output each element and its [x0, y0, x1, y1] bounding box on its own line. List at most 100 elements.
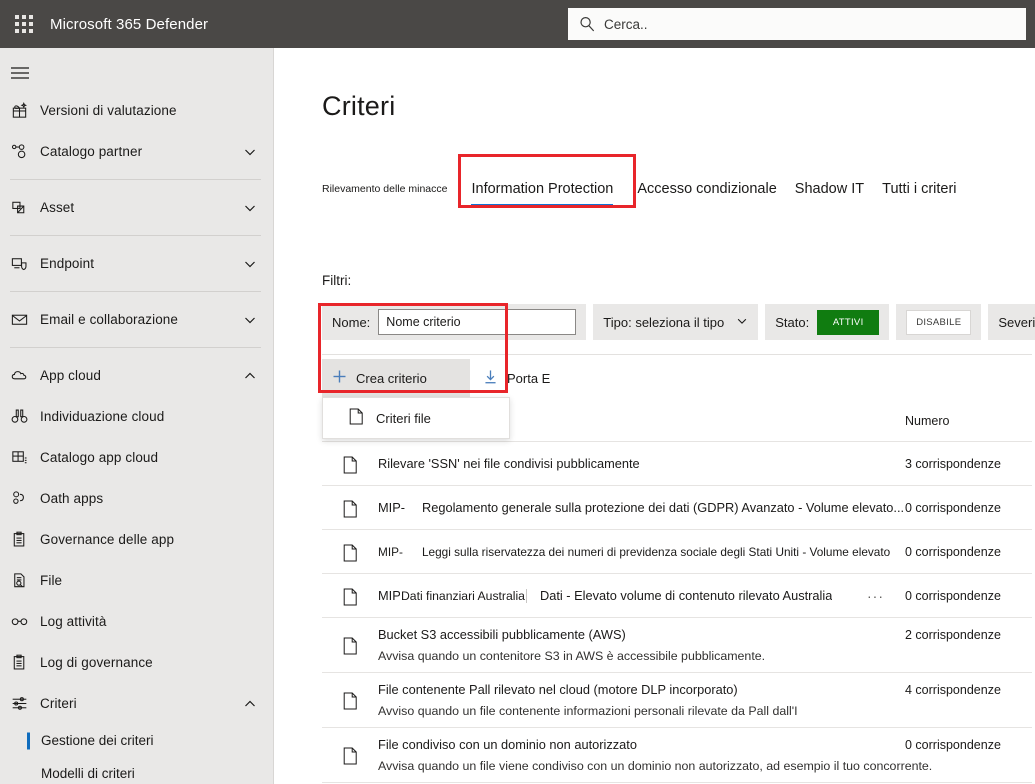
create-policy-menu-item-file-policy[interactable]: Criteri file: [322, 397, 510, 439]
filter-state-label: Stato:: [775, 315, 809, 330]
policy-description: Avviso quando un file contenente informa…: [378, 704, 1026, 718]
filter-name-label: Nome:: [332, 315, 370, 330]
endpoint-icon: [10, 254, 40, 273]
policy-tabs: Rilevamento delle minacce Information Pr…: [322, 166, 1032, 206]
policy-match-count: 0 corrispondenze: [905, 589, 1001, 603]
filter-type-label: Tipo: seleziona il tipo: [603, 315, 724, 330]
sidebar-item-partner-catalog[interactable]: Catalogo partner: [0, 131, 273, 172]
app-launcher-icon[interactable]: [0, 0, 48, 48]
policy-description: Avvisa quando un contenitore S3 in AWS è…: [378, 649, 1026, 663]
file-icon: [322, 745, 378, 765]
chevron-up-icon[interactable]: [243, 697, 257, 711]
create-policy-label: Crea criterio: [356, 371, 427, 386]
sidebar-item-endpoints[interactable]: Endpoint: [0, 243, 273, 284]
export-button[interactable]: Porta E: [483, 359, 550, 397]
policy-match-count: 3 corrispondenze: [905, 457, 1001, 471]
asset-icon: [10, 198, 40, 217]
plus-icon: [332, 369, 347, 387]
filter-bar: Nome: Tipo: seleziona il tipo Stato: ATT…: [322, 304, 1035, 340]
sliders-icon: [10, 694, 40, 713]
filter-severity-group: Severità:: [988, 304, 1035, 340]
state-disabled-toggle[interactable]: DISABILE: [906, 310, 971, 335]
policy-match-count: 4 corrispondenze: [905, 683, 1001, 697]
clipboard-icon: [10, 653, 40, 672]
table-row[interactable]: MIP- Dati - Elevato volume di contenuto …: [322, 573, 1032, 617]
tab-shadow-it[interactable]: Shadow IT: [795, 181, 864, 206]
tab-all-policies[interactable]: Tutti i criteri: [882, 181, 956, 206]
filter-type-group[interactable]: Tipo: seleziona il tipo: [593, 304, 758, 340]
sidebar-item-cloud-apps[interactable]: App cloud: [0, 355, 273, 396]
table-row[interactable]: Rilevare 'SSN' nei file condivisi pubbli…: [322, 441, 1032, 485]
table-row[interactable]: File contenente Pall rilevato nel cloud …: [322, 672, 1032, 727]
clipboard-icon: [10, 530, 40, 549]
table-row[interactable]: MIP- Leggi sulla riservatezza dei numeri…: [322, 529, 1032, 573]
sidebar-item-app-governance[interactable]: Governance delle app: [0, 519, 273, 560]
chevron-down-icon[interactable]: [243, 257, 257, 271]
sidebar-item-cloud-app-catalog[interactable]: Catalogo app cloud: [0, 437, 273, 478]
glasses-icon: [10, 612, 40, 631]
table-row[interactable]: Bucket S3 accessibili pubblicamente (AWS…: [322, 617, 1032, 672]
sidebar-divider: [10, 179, 261, 180]
sidebar-item-label: Oath apps: [40, 491, 103, 506]
tab-label: Accesso condizionale: [637, 181, 776, 197]
sidebar-divider: [10, 291, 261, 292]
tab-information-protection[interactable]: Information Protection: [471, 181, 613, 206]
sidebar-item-label: Criteri: [40, 696, 77, 711]
file-icon: [349, 408, 364, 428]
filter-name-group: Nome:: [322, 304, 586, 340]
tab-conditional-access[interactable]: Accesso condizionale: [637, 181, 776, 206]
search-input[interactable]: [604, 17, 1016, 32]
policy-name: Regolamento generale sulla protezione de…: [422, 500, 904, 515]
policy-prefix: MIP-: [378, 545, 422, 559]
tab-label: Tutti i criteri: [882, 181, 956, 197]
policies-table: Numero Rilevare 'SSN' nei file condivisi…: [322, 403, 1032, 784]
sidebar-item-trials[interactable]: Versioni di valutazione: [0, 90, 273, 131]
sidebar-item-label: Endpoint: [40, 256, 94, 271]
state-active-toggle[interactable]: ATTIVI: [817, 310, 879, 335]
table-row[interactable]: MIP- Regolamento generale sulla protezio…: [322, 485, 1032, 529]
chevron-down-icon[interactable]: [243, 201, 257, 215]
sidebar-item-label: Catalogo app cloud: [40, 450, 158, 465]
mail-icon: [10, 310, 40, 329]
partner-icon: [10, 142, 40, 161]
sidebar-subitem-policy-templates[interactable]: Modelli di criteri: [0, 757, 273, 784]
sidebar-item-policies[interactable]: Criteri: [0, 683, 273, 724]
filters-label: Filtri:: [322, 273, 351, 288]
tab-label: Shadow IT: [795, 181, 864, 197]
chevron-down-icon[interactable]: [243, 145, 257, 159]
hamburger-icon[interactable]: [0, 56, 273, 90]
tab-threat-detection[interactable]: Rilevamento delle minacce: [322, 183, 447, 206]
sidebar-item-files[interactable]: File: [0, 560, 273, 601]
cloud-icon: [10, 366, 40, 385]
top-app-bar: Microsoft 365 Defender: [0, 0, 1035, 48]
sidebar-item-email-collaboration[interactable]: Email e collaborazione: [0, 299, 273, 340]
binoculars-icon: [10, 407, 40, 426]
row-overflow-menu-icon[interactable]: ···: [867, 588, 884, 604]
grid-icon: [10, 448, 40, 467]
create-policy-button[interactable]: Crea criterio: [322, 359, 470, 397]
table-row[interactable]: File condiviso con un dominio non autori…: [322, 727, 1032, 782]
sidebar-item-activity-log[interactable]: Log attività: [0, 601, 273, 642]
oauth-icon: [10, 489, 40, 508]
sidebar-item-cloud-discovery[interactable]: Individuazione cloud: [0, 396, 273, 437]
sidebar-subitem-label: Modelli di criteri: [41, 766, 135, 781]
policy-match-count: 0 corrispondenze: [905, 738, 1001, 752]
global-search[interactable]: [568, 8, 1026, 40]
sidebar-subitem-label: Gestione dei criteri: [41, 733, 154, 748]
chevron-down-icon[interactable]: [243, 313, 257, 327]
policy-description: Avvisa quando un file viene condiviso co…: [378, 759, 1026, 773]
sidebar-item-label: File: [40, 573, 62, 588]
sidebar-subitem-policy-management[interactable]: Gestione dei criteri: [0, 724, 273, 757]
sidebar-item-label: App cloud: [40, 368, 101, 383]
policy-match-count: 0 corrispondenze: [905, 545, 1001, 559]
sidebar-divider: [10, 347, 261, 348]
chevron-up-icon[interactable]: [243, 369, 257, 383]
export-label: Porta E: [507, 371, 550, 386]
sidebar-item-governance-log[interactable]: Log di governance: [0, 642, 273, 683]
chevron-down-icon[interactable]: [736, 315, 748, 330]
column-header-count: Numero: [905, 414, 949, 428]
sidebar-item-label: Asset: [40, 200, 74, 215]
sidebar-item-assets[interactable]: Asset: [0, 187, 273, 228]
sidebar-item-oath-apps[interactable]: Oath apps: [0, 478, 273, 519]
policy-name-input[interactable]: [378, 309, 576, 335]
